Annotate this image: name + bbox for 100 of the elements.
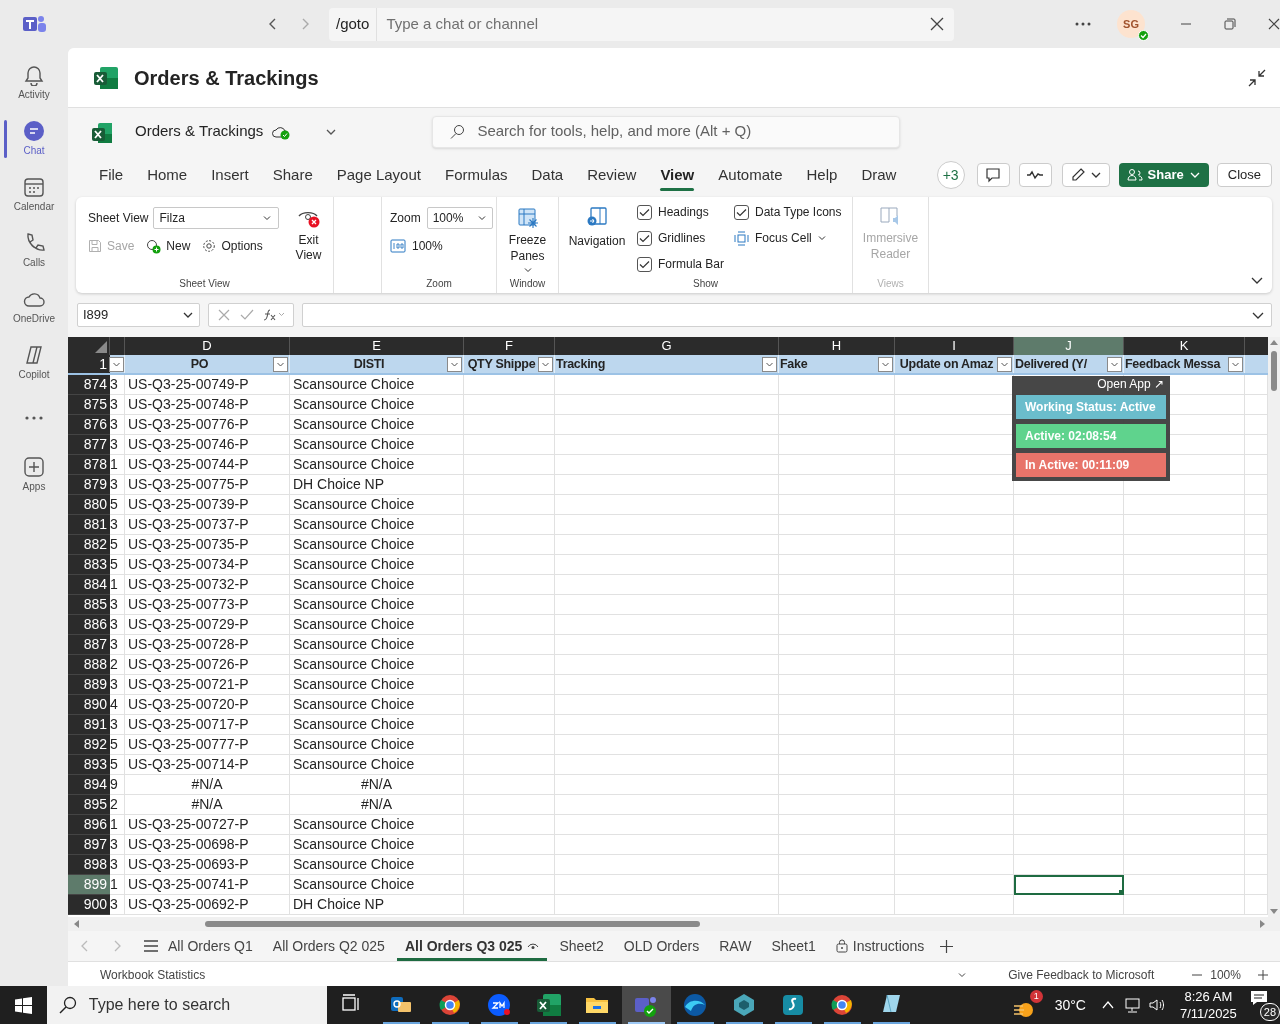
taskbar-search-bar[interactable]: Type here to search — [46, 986, 327, 1024]
row-number[interactable]: 883 — [68, 555, 110, 575]
row-number[interactable]: 877 — [68, 435, 110, 455]
row-number[interactable]: 890 — [68, 695, 110, 715]
select-all-icon[interactable] — [95, 341, 107, 353]
row-number[interactable]: 891 — [68, 715, 110, 735]
rail-item[interactable]: Calls — [0, 222, 68, 278]
search-field[interactable]: Search for tools, help, and more (Alt + Q) — [477, 120, 900, 143]
freeze-panes-button[interactable]: Freeze Panes — [498, 207, 557, 277]
row-number[interactable]: 884 — [68, 575, 110, 595]
add-sheet-icon[interactable] — [940, 939, 954, 953]
teams-logo-icon[interactable] — [21, 13, 47, 35]
checkbox-label[interactable]: Gridlines — [658, 229, 706, 247]
horizontal-scrollbar[interactable] — [68, 917, 1280, 931]
filter-dropdown-button[interactable] — [762, 356, 777, 372]
checkbox[interactable] — [637, 204, 652, 220]
volume-icon[interactable] — [1147, 997, 1166, 1013]
sheet-tab[interactable]: Instructions — [825, 930, 935, 962]
share-button[interactable]: Share — [1118, 163, 1209, 187]
menu-tab[interactable]: Formulas — [433, 158, 520, 192]
weather-widget[interactable]: 1 — [1011, 990, 1043, 1020]
filter-dropdown-button[interactable] — [1107, 356, 1122, 372]
menu-tab[interactable]: Review — [575, 158, 649, 192]
close-window-icon[interactable] — [1268, 18, 1280, 30]
collaborators-button[interactable]: +3 — [936, 161, 965, 189]
filter-dropdown-button[interactable] — [1228, 356, 1243, 372]
row-number[interactable]: 898 — [68, 855, 110, 875]
close-button[interactable]: Close — [1216, 163, 1272, 187]
search-field[interactable]: Type a chat or channel — [377, 12, 931, 36]
row-number[interactable]: 881 — [68, 515, 110, 535]
name-box[interactable]: I899 — [77, 303, 200, 327]
menu-tab[interactable]: Draw — [849, 158, 909, 192]
focus-cell-button[interactable]: Focus Cell — [734, 228, 842, 248]
selected-cell[interactable] — [1014, 875, 1124, 895]
checkbox-label[interactable]: Formula Bar — [658, 255, 725, 273]
row-number[interactable]: 885 — [68, 595, 110, 615]
zoom-in-icon[interactable] — [1256, 969, 1269, 981]
rail-item[interactable]: Calendar — [0, 166, 68, 222]
filter-dropdown-button[interactable] — [878, 356, 893, 372]
more-options-icon[interactable] — [1075, 22, 1092, 26]
menu-tab[interactable]: Home — [135, 158, 200, 192]
menu-tab[interactable]: Insert — [199, 158, 261, 192]
row-number[interactable]: 882 — [68, 535, 110, 555]
filter-dropdown-button[interactable] — [538, 356, 553, 372]
editing-button[interactable] — [1061, 163, 1110, 187]
row-number[interactable]: 893 — [68, 755, 110, 775]
row-number[interactable]: 886 — [68, 615, 110, 635]
row-number[interactable]: 887 — [68, 635, 110, 655]
taskbar-app-button[interactable] — [621, 986, 671, 1024]
checkbox[interactable] — [637, 230, 652, 246]
checkbox[interactable] — [734, 204, 750, 220]
menu-icon[interactable] — [144, 940, 158, 952]
activity-button[interactable] — [1018, 163, 1052, 187]
document-name[interactable]: Orders & Trackings — [135, 120, 264, 143]
row-number[interactable]: 894 — [68, 775, 110, 795]
row-number[interactable]: 880 — [68, 495, 110, 515]
row-number[interactable]: 895 — [68, 795, 110, 815]
menu-tab[interactable]: Help — [794, 158, 850, 192]
options-button[interactable]: Options — [202, 237, 263, 255]
row-number[interactable]: 889 — [68, 675, 110, 695]
menu-tab[interactable]: Share — [260, 158, 325, 192]
close-icon[interactable] — [930, 17, 945, 31]
row-number[interactable]: 897 — [68, 835, 110, 855]
filter-dropdown-button[interactable] — [273, 356, 288, 372]
sheet-tab[interactable]: All Orders Q1 — [158, 930, 263, 962]
row-number[interactable]: 888 — [68, 655, 110, 675]
zoom-dropdown[interactable]: 100% — [426, 207, 493, 229]
row-number[interactable]: 875 — [68, 395, 110, 415]
menu-tab[interactable]: Page Layout — [324, 158, 433, 192]
menu-tab[interactable]: Automate — [706, 158, 795, 192]
rail-item[interactable]: Apps — [0, 446, 68, 502]
check-icon[interactable] — [240, 308, 254, 322]
checkbox-label[interactable]: Headings — [658, 203, 709, 221]
formula-input[interactable] — [302, 303, 1272, 327]
menu-tab[interactable]: View — [648, 158, 707, 192]
collapse-icon[interactable] — [1248, 68, 1266, 87]
row-number[interactable]: 892 — [68, 735, 110, 755]
open-app-link[interactable]: Open App ↗ — [1097, 376, 1166, 392]
zoom-reset-button[interactable]: 100% — [390, 237, 496, 255]
column-header[interactable]: J — [1014, 337, 1124, 355]
sheet-tab[interactable]: All Orders Q2 025 — [262, 930, 395, 962]
filter-dropdown-button[interactable] — [109, 356, 124, 372]
comments-button[interactable] — [976, 163, 1010, 187]
chevron-up-icon[interactable] — [1101, 1000, 1114, 1010]
workbook-statistics[interactable]: Workbook Statistics — [100, 966, 206, 984]
rail-item[interactable]: Chat — [0, 110, 68, 166]
menu-tab[interactable]: File — [87, 158, 136, 192]
search-bar[interactable]: Search for tools, help, and more (Alt + Q) — [432, 115, 901, 148]
row-number[interactable]: 876 — [68, 415, 110, 435]
rail-item[interactable]: Activity — [0, 54, 68, 110]
taskbar-search-field[interactable]: Type here to search — [88, 993, 327, 1017]
row-number[interactable]: 874 — [68, 375, 110, 395]
clock-date[interactable]: 7/11/2025 — [1179, 1005, 1237, 1022]
filter-dropdown-button[interactable] — [997, 356, 1012, 372]
filter-dropdown-button[interactable] — [447, 356, 462, 372]
new-view-button[interactable]: New — [146, 237, 191, 255]
row-number[interactable]: 878 — [68, 455, 110, 475]
network-icon[interactable] — [1123, 997, 1142, 1013]
sheet-tab[interactable]: Sheet1 — [761, 930, 826, 962]
insert-function-icon[interactable] — [262, 308, 285, 322]
